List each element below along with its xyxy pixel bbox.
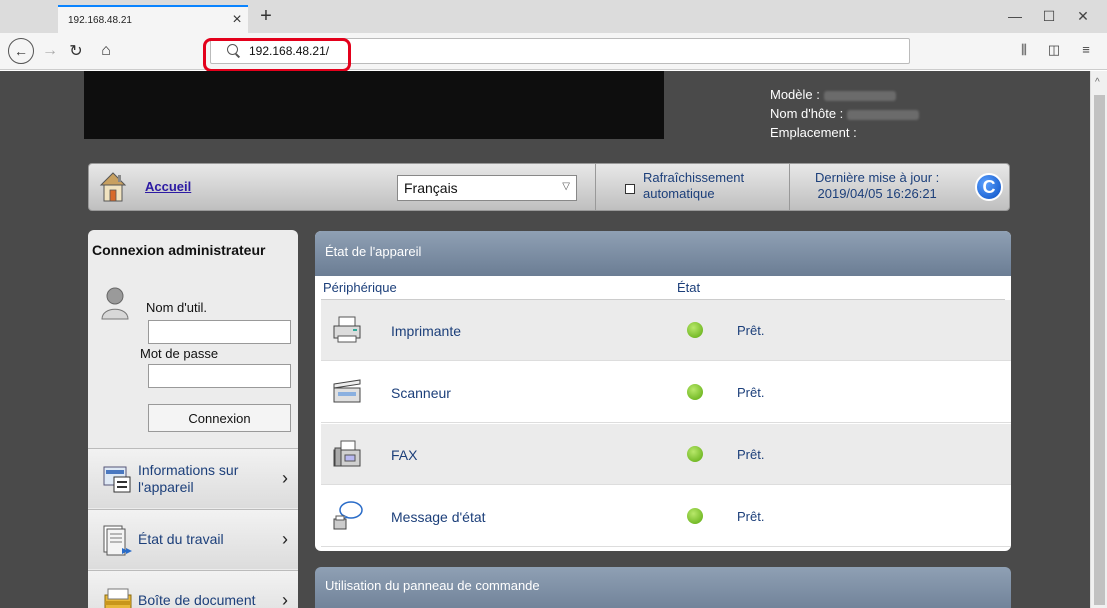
password-label: Mot de passe bbox=[140, 346, 219, 361]
minimize-button[interactable]: — bbox=[1000, 8, 1030, 24]
browser-tab[interactable]: 192.168.48.21 × bbox=[58, 5, 248, 33]
menu-label: Boîte de document bbox=[138, 592, 256, 608]
job-status-icon bbox=[103, 525, 132, 555]
table-row[interactable]: Imprimante Prêt. bbox=[321, 300, 1011, 361]
refresh-icon[interactable]: C bbox=[975, 173, 1003, 201]
password-field[interactable] bbox=[148, 364, 291, 388]
back-icon[interactable]: ← bbox=[8, 38, 34, 64]
chevron-right-icon: › bbox=[282, 468, 288, 488]
left-panel: Connexion administrateur Nom d'util. Mot… bbox=[88, 230, 298, 608]
menu-icon[interactable]: ≡ bbox=[1074, 42, 1098, 57]
model-value-redacted bbox=[823, 90, 896, 101]
control-panel-usage-panel: Utilisation du panneau de commande bbox=[315, 567, 1011, 608]
header-banner bbox=[84, 71, 664, 139]
device-name: Imprimante bbox=[391, 323, 462, 339]
last-update-label: Dernière mise à jour : bbox=[815, 170, 940, 185]
device-name: Message d'état bbox=[391, 509, 486, 525]
close-window-button[interactable]: ✕ bbox=[1068, 8, 1098, 25]
menu-item-device-info[interactable]: Informations sur l'appareil › bbox=[88, 448, 298, 508]
home-link[interactable]: Accueil bbox=[145, 179, 191, 194]
reload-icon[interactable]: ↻ bbox=[66, 38, 86, 64]
autorefresh-label-1: Rafraîchissement bbox=[643, 170, 745, 185]
device-state: Prêt. bbox=[737, 323, 765, 338]
house-icon[interactable] bbox=[99, 171, 127, 203]
sidebar-icon[interactable]: ◫ bbox=[1042, 42, 1066, 58]
divider bbox=[595, 164, 596, 210]
autorefresh-label-2: automatique bbox=[643, 186, 715, 201]
hostname-value-redacted bbox=[847, 109, 920, 120]
login-button[interactable]: Connexion bbox=[148, 404, 291, 432]
device-info: Modèle : Nom d'hôte : Emplacement : bbox=[770, 85, 920, 142]
language-select[interactable]: Français ▽ bbox=[397, 175, 577, 201]
device-name: Scanneur bbox=[391, 385, 451, 401]
user-icon bbox=[101, 287, 129, 320]
username-field[interactable] bbox=[148, 320, 291, 344]
divider bbox=[789, 164, 790, 210]
column-device: Périphérique bbox=[323, 280, 397, 295]
device-state: Prêt. bbox=[737, 509, 765, 524]
menu-label: Informations sur l'appareil bbox=[138, 461, 239, 495]
language-value: Français bbox=[404, 180, 458, 196]
status-message-icon bbox=[333, 501, 363, 530]
device-name: FAX bbox=[391, 447, 418, 463]
scanner-icon bbox=[333, 379, 361, 403]
autorefresh-checkbox[interactable] bbox=[625, 184, 635, 194]
table-header: Périphérique État bbox=[321, 276, 1005, 300]
status-indicator bbox=[687, 508, 703, 524]
location-label: Emplacement : bbox=[770, 125, 857, 140]
status-indicator bbox=[687, 446, 703, 462]
chevron-right-icon: › bbox=[282, 590, 288, 608]
table-row[interactable]: Scanneur Prêt. bbox=[321, 362, 1011, 423]
document-box-icon bbox=[104, 588, 132, 608]
last-update: Dernière mise à jour : 2019/04/05 16:26:… bbox=[815, 170, 939, 202]
browser-tab-bar: 192.168.48.21 × + — ☐ ✕ bbox=[0, 0, 1107, 33]
table-row[interactable]: FAX Prêt. bbox=[321, 424, 1011, 485]
device-info-icon bbox=[103, 466, 131, 492]
page-content: Modèle : Nom d'hôte : Emplacement : Accu… bbox=[0, 71, 1090, 608]
fax-icon bbox=[333, 440, 361, 467]
table-row[interactable]: Message d'état Prêt. bbox=[321, 486, 1011, 547]
forward-icon[interactable]: → bbox=[40, 38, 60, 64]
printer-icon bbox=[333, 316, 361, 343]
chevron-down-icon: ▽ bbox=[562, 181, 570, 192]
login-title: Connexion administrateur bbox=[92, 242, 266, 258]
status-indicator bbox=[687, 322, 703, 338]
vertical-scrollbar[interactable]: ^ bbox=[1090, 71, 1107, 608]
home-icon[interactable]: ⌂ bbox=[96, 38, 116, 64]
last-update-value: 2019/04/05 16:26:21 bbox=[817, 186, 937, 201]
status-indicator bbox=[687, 384, 703, 400]
username-label: Nom d'util. bbox=[146, 300, 208, 315]
maximize-button[interactable]: ☐ bbox=[1034, 8, 1064, 25]
scroll-up-icon[interactable]: ^ bbox=[1095, 77, 1100, 88]
autorefresh-toggle[interactable]: Rafraîchissement automatique bbox=[625, 170, 744, 202]
device-status-panel: État de l'appareil Périphérique État Imp… bbox=[315, 231, 1011, 551]
menu-label: État du travail bbox=[138, 531, 224, 547]
library-icon[interactable]: ⫼ bbox=[1012, 42, 1036, 58]
menu-item-document-box[interactable]: Boîte de document › bbox=[88, 570, 298, 608]
column-state: État bbox=[677, 280, 701, 295]
top-toolbar: Accueil Français ▽ Rafraîchissement auto… bbox=[88, 163, 1010, 211]
hostname-label: Nom d'hôte : bbox=[770, 106, 844, 121]
url-highlight-annotation bbox=[203, 38, 351, 72]
chevron-right-icon: › bbox=[282, 529, 288, 549]
panel-title: Utilisation du panneau de commande bbox=[315, 567, 1011, 608]
panel-title: État de l'appareil bbox=[315, 231, 1011, 276]
device-state: Prêt. bbox=[737, 447, 765, 462]
tab-title: 192.168.48.21 bbox=[68, 14, 132, 26]
tab-close-icon[interactable]: × bbox=[226, 11, 248, 29]
browser-nav-bar: ← → ↻ ⌂ 192.168.48.21/ ⫼ ◫ ≡ bbox=[0, 33, 1107, 70]
scroll-thumb[interactable] bbox=[1094, 95, 1105, 605]
model-label: Modèle : bbox=[770, 87, 820, 102]
device-state: Prêt. bbox=[737, 385, 765, 400]
menu-item-job-status[interactable]: État du travail › bbox=[88, 509, 298, 569]
new-tab-button[interactable]: + bbox=[254, 5, 278, 28]
